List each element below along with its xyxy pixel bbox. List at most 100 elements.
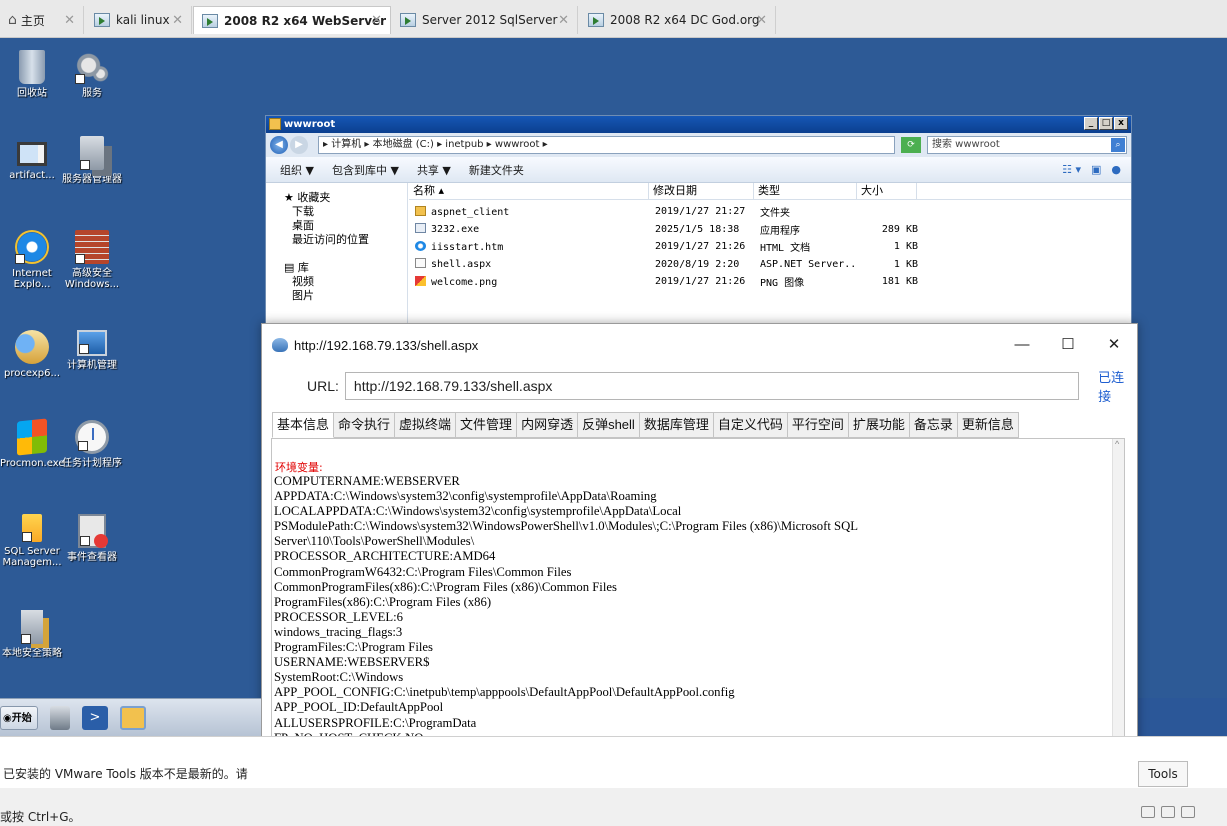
file-row[interactable]: welcome.png 2019/1/27 21:26 PNG 图像 181 KB [409, 273, 1131, 291]
forward-button[interactable]: ▶ [290, 136, 308, 154]
tab-1[interactable]: 命令执行 [334, 412, 396, 438]
file-row[interactable]: iisstart.htm 2019/1/27 21:26 HTML 文档 1 KB [409, 238, 1131, 256]
tab-2[interactable]: 虚拟终端 [395, 412, 457, 438]
minimize-button[interactable]: _ [1084, 117, 1098, 130]
env-header: 环境变量: [275, 461, 323, 474]
gears-icon [75, 50, 109, 84]
vm-tab-label: 主页 [20, 13, 45, 28]
desktop-icon-computer-management[interactable]: 计算机管理 [60, 330, 124, 371]
powershell-icon[interactable]: > [82, 705, 108, 730]
nav-favorites[interactable]: ★ 收藏夹 [284, 191, 407, 205]
update-tools-button[interactable]: Tools [1138, 761, 1188, 787]
tab-7[interactable]: 自定义代码 [713, 412, 788, 438]
desktop-icon-sql-server[interactable]: SQL Server Managem... [0, 514, 64, 568]
security-policy-icon [21, 610, 43, 644]
vm-tab-strip: ⌂ 主页 ✕ kali linux ✕ 2008 R2 x64 WebServe… [0, 0, 1227, 38]
connection-status: 已连接 [1098, 370, 1125, 404]
desktop-icon-procexp[interactable]: procexp6... [0, 330, 64, 379]
vm-tab-kali[interactable]: kali linux ✕ [86, 6, 192, 34]
disk-icon[interactable] [1161, 806, 1175, 818]
close-icon[interactable]: ✕ [64, 13, 75, 28]
procmon-icon [17, 418, 47, 456]
column-name[interactable]: 名称 ▴ [409, 183, 649, 199]
desktop-icon-security-policy[interactable]: 本地安全策略 [0, 610, 64, 659]
minimize-button[interactable]: — [999, 324, 1045, 366]
env-line: APPDATA:C:\Windows\system32\config\syste… [274, 489, 657, 504]
vm-tab-home[interactable]: ⌂ 主页 ✕ [0, 6, 84, 34]
tab-6[interactable]: 数据库管理 [639, 412, 714, 438]
file-row[interactable]: shell.aspx 2020/8/19 2:20 ASP.NET Server..… [409, 256, 1131, 274]
file-row[interactable]: 3232.exe 2025/1/5 18:38 应用程序 289 KB [409, 221, 1131, 239]
desktop-icon-services[interactable]: 服务 [60, 50, 124, 99]
close-button[interactable]: ✕ [1091, 324, 1137, 366]
tab-3[interactable]: 文件管理 [456, 412, 518, 438]
new-folder-button[interactable]: 新建文件夹 [469, 162, 524, 178]
close-icon[interactable]: ✕ [756, 13, 767, 28]
display-icon[interactable] [1181, 806, 1195, 818]
nav-item-desktop[interactable]: 桌面 [284, 219, 407, 233]
tab-0[interactable]: 基本信息 [272, 412, 335, 438]
preview-pane-icon[interactable]: ▣ [1091, 163, 1101, 176]
search-icon[interactable]: ⌕ [1111, 138, 1125, 152]
column-date[interactable]: 修改日期 [649, 183, 754, 199]
share-menu[interactable]: 共享 ▼ [417, 162, 451, 178]
view-options-icon[interactable]: ☷ ▾ [1062, 163, 1081, 176]
close-icon[interactable]: ✕ [172, 13, 183, 28]
close-button[interactable]: x [1114, 117, 1128, 130]
desktop-icon-recycle-bin[interactable]: 回收站 [0, 50, 64, 99]
breadcrumb[interactable]: ▸ 计算机 ▸ 本地磁盘 (C:) ▸ inetpub ▸ wwwroot ▸ [318, 136, 895, 154]
file-date: 2025/1/5 18:38 [655, 223, 740, 235]
vm-tab-webserver[interactable]: 2008 R2 x64 WebServer ✕ [193, 6, 391, 34]
network-icon[interactable] [1141, 806, 1155, 818]
desktop-icon-server-manager[interactable]: 服务器管理器 [60, 136, 124, 185]
tab-11[interactable]: 更新信息 [957, 412, 1019, 438]
back-button[interactable]: ◀ [270, 136, 288, 154]
vm-tab-label: Server 2012 SqlServer [422, 13, 558, 27]
tab-8[interactable]: 平行空间 [787, 412, 849, 438]
nav-item-pictures[interactable]: 图片 [284, 289, 407, 303]
vm-tab-sqlserver[interactable]: Server 2012 SqlServer ✕ [392, 6, 578, 34]
maximize-button[interactable]: □ [1099, 117, 1113, 130]
vm-tab-label: kali linux [116, 13, 170, 27]
tab-5[interactable]: 反弹shell [578, 412, 640, 438]
file-name: iisstart.htm [409, 240, 649, 253]
file-name: aspnet_client [409, 205, 649, 218]
close-icon[interactable]: ✕ [558, 13, 569, 28]
include-in-library-menu[interactable]: 包含到库中 ▼ [332, 162, 399, 178]
file-row[interactable]: aspnet_client 2019/1/27 21:27 文件夹 [409, 203, 1131, 221]
file-type: 文件夹 [760, 208, 790, 220]
nav-item-recent[interactable]: 最近访问的位置 [284, 233, 407, 247]
tab-10[interactable]: 备忘录 [909, 412, 958, 438]
vm-tab-dc[interactable]: 2008 R2 x64 DC God.org ✕ [580, 6, 776, 34]
nav-libraries[interactable]: ▤ 库 [284, 261, 407, 275]
desktop-icon-procmon[interactable]: Procmon.exe [0, 418, 64, 469]
url-input[interactable]: http://192.168.79.133/shell.aspx [344, 372, 1080, 400]
help-icon[interactable]: ● [1111, 163, 1121, 176]
file-name: welcome.png [409, 275, 649, 288]
close-icon[interactable]: ✕ [371, 13, 382, 28]
column-type[interactable]: 类型 [754, 183, 857, 199]
device-icons [1141, 806, 1195, 818]
start-button[interactable]: ◉开始 [0, 705, 38, 730]
desktop-icon-firewall[interactable]: 高级安全 Windows... [60, 230, 124, 290]
nav-item-videos[interactable]: 视频 [284, 275, 407, 289]
organize-menu[interactable]: 组织 ▼ [280, 162, 314, 178]
tab-9[interactable]: 扩展功能 [848, 412, 910, 438]
env-line: CommonProgramFiles(x86):C:\Program Files… [274, 579, 617, 594]
refresh-button[interactable]: ⟳ [901, 137, 921, 153]
file-type: PNG 图像 [760, 278, 805, 290]
desktop-icon-task-scheduler[interactable]: 任务计划程序 [60, 420, 124, 469]
column-size[interactable]: 大小 [857, 183, 917, 199]
explorer-title-bar[interactable]: wwwroot _ □ x [266, 116, 1131, 133]
server-manager-icon[interactable] [50, 705, 70, 730]
search-input[interactable]: 搜索 wwwroot ⌕ [927, 136, 1127, 154]
nav-item-downloads[interactable]: 下载 [284, 205, 407, 219]
maximize-button[interactable]: ☐ [1045, 324, 1091, 366]
desktop-icon-artifact[interactable]: artifact... [0, 136, 64, 181]
vm-tab-label: 2008 R2 x64 WebServer [224, 13, 387, 28]
tab-4[interactable]: 内网穿透 [517, 412, 579, 438]
desktop-icon-internet-explorer[interactable]: Internet Explo... [0, 230, 64, 290]
desktop-icon-event-viewer[interactable]: 事件查看器 [60, 514, 124, 563]
explorer-icon[interactable] [120, 705, 146, 730]
webshell-title-bar[interactable]: http://192.168.79.133/shell.aspx — ☐ ✕ [262, 324, 1137, 366]
